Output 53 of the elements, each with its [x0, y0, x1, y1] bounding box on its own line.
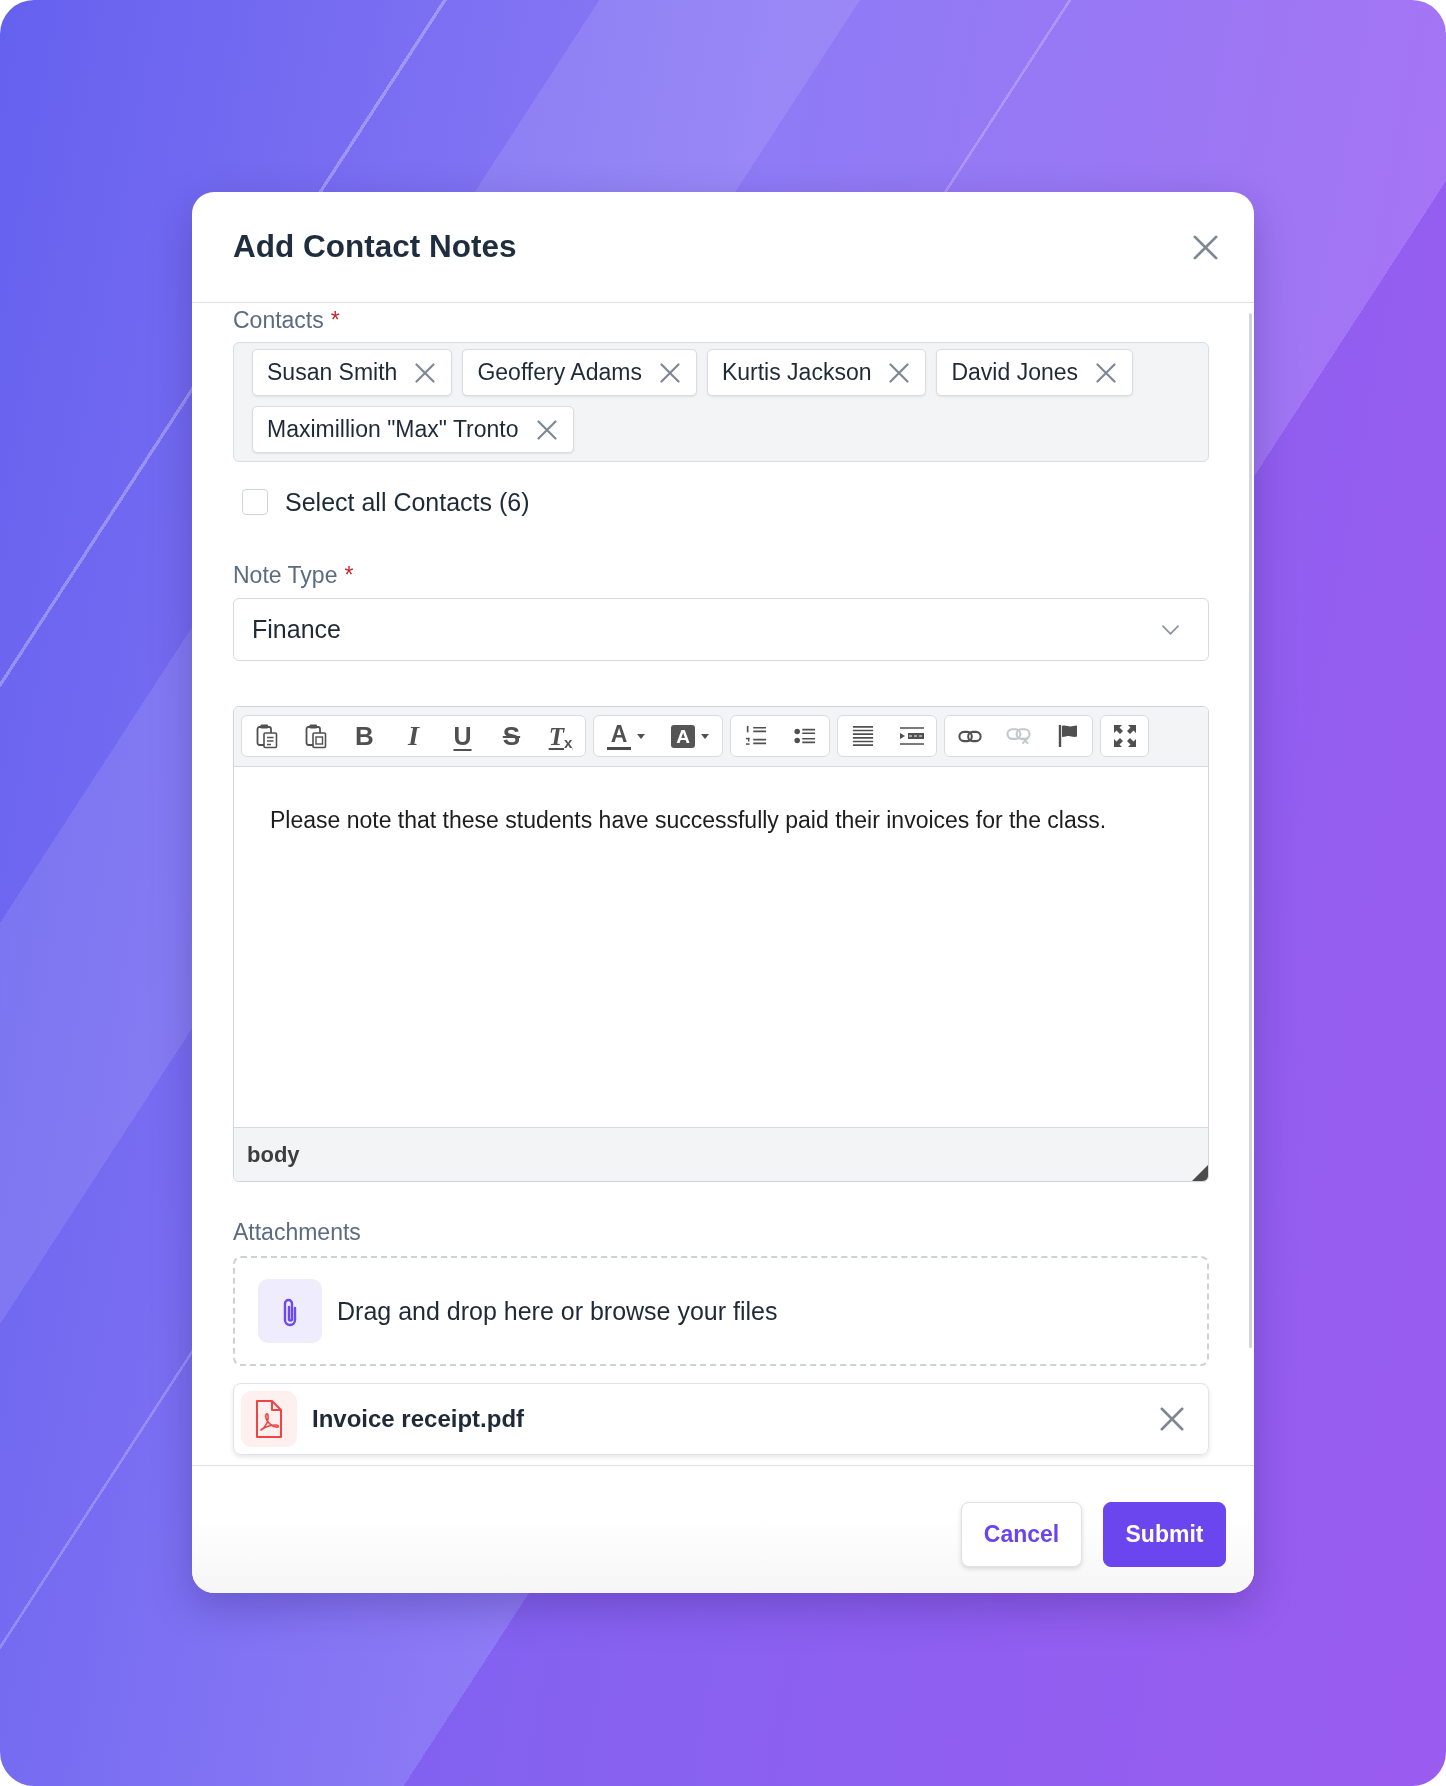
- close-icon[interactable]: [1160, 1407, 1184, 1431]
- contact-name: David Jones: [951, 361, 1079, 384]
- select-all-checkbox[interactable]: [242, 489, 268, 515]
- contact-name: Geoffery Adams: [477, 361, 642, 384]
- flag-icon: [1056, 724, 1079, 748]
- bold-button[interactable]: B: [340, 716, 389, 756]
- note-type-select[interactable]: Finance: [233, 598, 1209, 661]
- underline-button[interactable]: U: [438, 716, 487, 756]
- maximize-icon: [1112, 724, 1137, 748]
- required-mark: *: [344, 562, 354, 588]
- indent-icon: [898, 726, 925, 746]
- contact-name: Maximillion "Max" Tronto: [267, 418, 519, 441]
- clipboard-icon: [304, 723, 327, 749]
- close-icon[interactable]: [536, 419, 557, 440]
- required-mark: *: [330, 307, 340, 333]
- close-icon[interactable]: [889, 362, 910, 383]
- scrollbar[interactable]: [1249, 313, 1252, 1348]
- contacts-field[interactable]: Susan Smith Geoffery Adams Kurtis Jackson David Jones Maximillion "Max" Tronto: [233, 342, 1209, 462]
- field-label: Attachments: [233, 1219, 361, 1245]
- italic-button[interactable]: I: [389, 716, 438, 756]
- field-label: Note Type: [233, 562, 338, 588]
- remove-format-button[interactable]: T$_{x}$: [536, 716, 585, 756]
- close-icon[interactable]: [415, 362, 436, 383]
- element-path: body: [247, 1143, 300, 1166]
- chevron-down-icon: [1162, 624, 1179, 635]
- resize-handle-icon[interactable]: [1192, 1165, 1208, 1181]
- background-color-button[interactable]: A: [658, 716, 722, 756]
- pdf-file-icon: [241, 1391, 297, 1447]
- caret-icon: [700, 733, 709, 739]
- cancel-button[interactable]: Cancel: [961, 1502, 1082, 1567]
- close-icon[interactable]: [1096, 362, 1117, 383]
- checkbox-label: Select all Contacts (6): [285, 489, 530, 515]
- link-icon: [957, 729, 982, 743]
- maximize-button[interactable]: [1100, 715, 1149, 757]
- submit-button[interactable]: Submit: [1103, 1502, 1226, 1567]
- contact-name: Kurtis Jackson: [721, 361, 872, 384]
- dropzone-text: Drag and drop here or browse your files: [337, 1298, 778, 1324]
- unlink-icon: [1006, 727, 1031, 745]
- text-color-button[interactable]: A: [594, 716, 658, 756]
- field-label: Contacts: [233, 307, 324, 333]
- file-name: Invoice receipt.pdf: [312, 1407, 525, 1431]
- close-icon[interactable]: [659, 362, 680, 383]
- justify-icon: [851, 724, 874, 748]
- bulleted-list-icon: [793, 726, 816, 746]
- caret-icon: [637, 733, 646, 739]
- numbered-list-icon: [744, 725, 767, 747]
- dialog-title: Add Contact Notes: [233, 228, 517, 266]
- contact-name: Susan Smith: [267, 361, 398, 384]
- clipboard-icon: [255, 723, 278, 749]
- close-icon[interactable]: [1193, 234, 1218, 260]
- file-dropzone[interactable]: Drag and drop here or browse your files: [233, 1256, 1209, 1366]
- paperclip-icon: [258, 1279, 322, 1343]
- strikethrough-button[interactable]: S: [487, 716, 536, 756]
